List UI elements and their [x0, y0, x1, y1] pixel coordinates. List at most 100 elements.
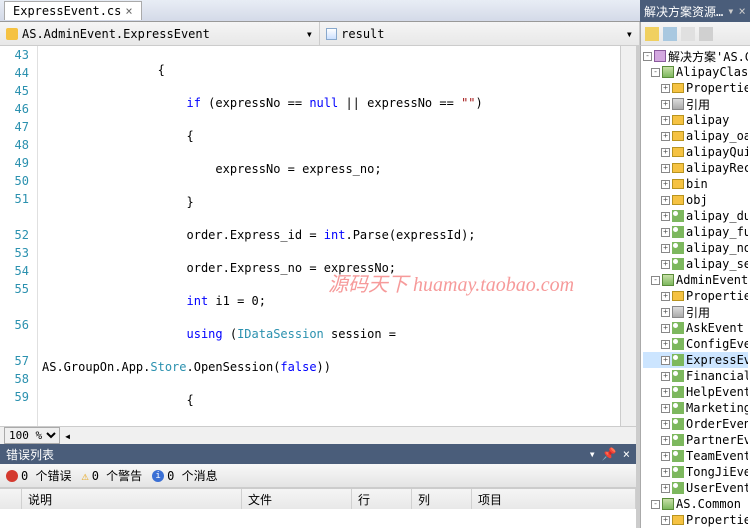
- nav-bar: ▾ ▾: [0, 22, 640, 46]
- cs-icon: [672, 450, 684, 462]
- pin-icon[interactable]: 📌: [602, 447, 617, 461]
- project-node[interactable]: -AlipayClass: [643, 64, 748, 80]
- solution-icon: [654, 50, 666, 62]
- folder-icon: [672, 291, 684, 301]
- project-node[interactable]: -AS.Common: [643, 496, 748, 512]
- cs-file-node[interactable]: +AskEvent: [643, 320, 748, 336]
- cs-icon: [672, 210, 684, 222]
- cs-icon: [672, 370, 684, 382]
- cs-icon: [672, 402, 684, 414]
- folder-node[interactable]: +alipayQui: [643, 144, 748, 160]
- col-description[interactable]: 说明: [22, 489, 242, 509]
- cs-file-node[interactable]: +Marketing: [643, 400, 748, 416]
- dropdown-icon[interactable]: ▾: [589, 447, 596, 461]
- references-icon: [672, 306, 684, 318]
- home-icon[interactable]: [645, 27, 659, 41]
- references-node[interactable]: +引用: [643, 96, 748, 112]
- solution-explorer-title: 解决方案资源…: [644, 3, 723, 20]
- chevron-down-icon[interactable]: ▾: [306, 27, 313, 41]
- folder-node[interactable]: +alipay_oau: [643, 128, 748, 144]
- chevron-left-icon[interactable]: ◂: [64, 429, 71, 443]
- warnings-filter[interactable]: ⚠0 个警告: [81, 467, 142, 484]
- close-icon[interactable]: ×: [623, 447, 630, 461]
- class-dropdown[interactable]: ▾: [0, 22, 320, 45]
- messages-filter[interactable]: i0 个消息: [152, 467, 217, 484]
- cs-icon: [672, 226, 684, 238]
- zoom-select[interactable]: 100 %: [4, 427, 60, 444]
- folder-node[interactable]: +obj: [643, 192, 748, 208]
- cs-file-node[interactable]: +TeamEvent: [643, 448, 748, 464]
- cs-icon: [672, 258, 684, 270]
- error-grid[interactable]: 说明 文件 行 列 项目: [0, 488, 636, 528]
- cs-file-node[interactable]: +UserEvent: [643, 480, 748, 496]
- cs-file-node[interactable]: +alipay_se: [643, 256, 748, 272]
- code-content[interactable]: { if (expressNo == null || expressNo == …: [38, 46, 636, 426]
- col-icon[interactable]: [0, 489, 22, 509]
- info-icon: i: [152, 470, 164, 482]
- folder-node[interactable]: +bin: [643, 176, 748, 192]
- cs-file-node[interactable]: +OrderEven: [643, 416, 748, 432]
- member-dropdown[interactable]: ▾: [320, 22, 640, 45]
- folder-icon: [672, 115, 684, 125]
- vertical-scrollbar[interactable]: [620, 46, 636, 426]
- solution-toolbar: [640, 22, 750, 46]
- close-icon[interactable]: ×: [125, 4, 132, 18]
- project-icon: [662, 66, 674, 78]
- error-filter-bar: 0 个错误 ⚠0 个警告 i0 个消息: [0, 464, 636, 488]
- error-list-header[interactable]: 错误列表 ▾ 📌 ×: [0, 444, 636, 464]
- cs-icon: [672, 322, 684, 334]
- refresh-icon[interactable]: [663, 27, 677, 41]
- col-line[interactable]: 行: [352, 489, 412, 509]
- file-tab[interactable]: ExpressEvent.cs ×: [4, 1, 142, 20]
- folder-node[interactable]: +alipayRec: [643, 160, 748, 176]
- project-node[interactable]: -AdminEvent: [643, 272, 748, 288]
- references-icon: [672, 98, 684, 110]
- errors-filter[interactable]: 0 个错误: [6, 467, 71, 484]
- solution-explorer[interactable]: -解决方案'AS.Grou -AlipayClass +Properties +…: [640, 46, 750, 528]
- line-numbers: 4344454647484950515253545556575859: [0, 46, 38, 426]
- cs-icon: [672, 466, 684, 478]
- properties-node[interactable]: +Properties: [643, 80, 748, 96]
- cs-file-node-selected[interactable]: +ExpressEv: [643, 352, 748, 368]
- chevron-down-icon[interactable]: ▾: [626, 27, 633, 41]
- close-panel-icon[interactable]: ×: [738, 4, 745, 18]
- cs-file-node[interactable]: +alipay_du: [643, 208, 748, 224]
- cs-file-node[interactable]: +alipay_no: [643, 240, 748, 256]
- cs-icon: [672, 242, 684, 254]
- folder-node[interactable]: +alipay: [643, 112, 748, 128]
- col-file[interactable]: 文件: [242, 489, 352, 509]
- solution-node[interactable]: -解决方案'AS.Grou: [643, 48, 748, 64]
- error-list-title: 错误列表: [6, 446, 54, 463]
- member-name[interactable]: [341, 27, 622, 41]
- col-column[interactable]: 列: [412, 489, 472, 509]
- folder-icon: [672, 147, 684, 157]
- cs-file-node[interactable]: +PartnerEv: [643, 432, 748, 448]
- class-icon: [6, 28, 18, 40]
- references-node[interactable]: +引用: [643, 304, 748, 320]
- warning-icon: ⚠: [81, 469, 88, 483]
- tab-title: ExpressEvent.cs: [13, 4, 121, 18]
- pin-icon[interactable]: ▾: [727, 4, 734, 18]
- cs-icon: [672, 418, 684, 430]
- properties-node[interactable]: +Properties: [643, 288, 748, 304]
- folder-icon: [672, 179, 684, 189]
- properties-icon[interactable]: [699, 27, 713, 41]
- class-name[interactable]: [22, 27, 302, 41]
- cs-file-node[interactable]: +Financial: [643, 368, 748, 384]
- code-editor[interactable]: 4344454647484950515253545556575859 { if …: [0, 46, 636, 426]
- cs-icon: [672, 434, 684, 446]
- project-icon: [662, 274, 674, 286]
- cs-file-node[interactable]: +TongJiEve: [643, 464, 748, 480]
- folder-icon: [672, 163, 684, 173]
- cs-icon: [672, 354, 684, 366]
- editor-tabs: ExpressEvent.cs ×: [0, 0, 640, 22]
- cs-icon: [672, 386, 684, 398]
- folder-icon: [672, 83, 684, 93]
- folder-icon: [672, 515, 684, 525]
- cs-file-node[interactable]: +alipay_fu: [643, 224, 748, 240]
- cs-file-node[interactable]: +HelpEvent: [643, 384, 748, 400]
- properties-node[interactable]: +Propertie: [643, 512, 748, 528]
- show-all-icon[interactable]: [681, 27, 695, 41]
- cs-file-node[interactable]: +ConfigEve: [643, 336, 748, 352]
- col-project[interactable]: 项目: [472, 489, 636, 509]
